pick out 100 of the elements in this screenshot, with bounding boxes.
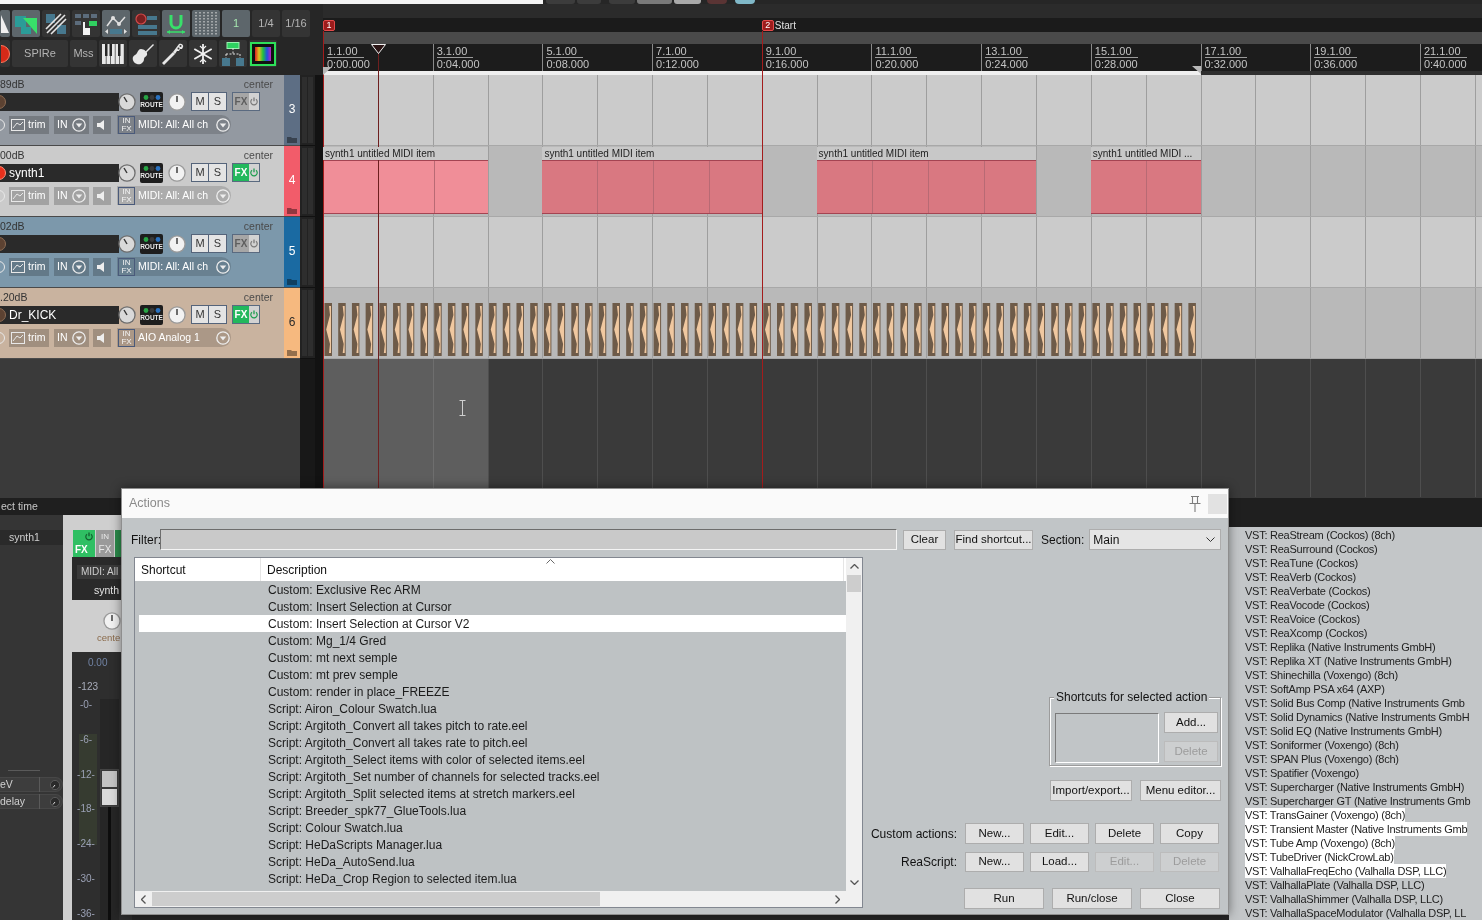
plugin-item[interactable]: VST: Transient Master (Native Instruments Gmb [1245, 822, 1468, 836]
audio-clip[interactable] [708, 303, 716, 356]
chevron-up-icon[interactable] [849, 564, 859, 569]
solo-button[interactable]: S [209, 92, 227, 111]
plugin-item[interactable]: VST: TransGainer (Voxengo) (8ch) [1245, 808, 1406, 822]
volume-knob[interactable] [118, 163, 136, 182]
action-row[interactable]: Script: HeDaScripts Manager.lua [139, 836, 846, 853]
audio-clip[interactable] [598, 303, 607, 356]
audio-clip[interactable] [516, 303, 524, 356]
action-row[interactable]: Custom: render in place_FREEZE [139, 683, 846, 700]
plugin-item[interactable]: VST: Tube Amp (Voxengo) (8ch) [1245, 836, 1395, 850]
toolbar-button[interactable] [0, 10, 10, 37]
action-row[interactable]: Custom: mt prev semple [139, 666, 846, 683]
audio-clip[interactable] [1037, 303, 1046, 356]
filter-input[interactable] [160, 529, 897, 550]
audio-clip[interactable] [379, 303, 387, 356]
mute-button[interactable]: M [191, 234, 209, 253]
pan-knob[interactable] [168, 163, 186, 182]
plugin-item[interactable]: VST: Spatifier (Voxengo) [1245, 766, 1359, 780]
plugin-item[interactable]: VST: TubeDriver (NickCrowLab) [1245, 850, 1394, 864]
audio-clip[interactable] [777, 303, 785, 356]
plugin-item[interactable]: VST: ValhallaShimmer (Valhalla DSP, LLC) [1245, 892, 1443, 906]
action-row[interactable]: Script: Argitoth_Set number of channels for selected tracks.eel [139, 768, 846, 785]
volume-knob[interactable] [118, 305, 136, 324]
track-name-field[interactable]: Dr_KICK [0, 305, 119, 324]
monitor-button[interactable] [93, 186, 111, 205]
pan-knob[interactable] [168, 234, 186, 253]
audio-clip[interactable] [763, 303, 771, 356]
toolbar-button[interactable] [42, 10, 70, 37]
audio-clip[interactable] [351, 303, 360, 356]
plugin-item[interactable]: VST: ReaSurround (Cockos) [1245, 542, 1378, 556]
volume-knob[interactable] [118, 92, 136, 111]
audio-clip[interactable] [1078, 303, 1087, 356]
audio-clip[interactable] [1023, 303, 1032, 356]
audio-clip[interactable] [653, 303, 662, 356]
toolbar-button[interactable]: SPIRe [12, 40, 68, 67]
marker-flag[interactable]: 1 [323, 20, 335, 31]
chevron-right-icon[interactable] [835, 894, 840, 904]
action-row[interactable]: Script: Argitoth_Convert all takes pitch to rate.eel [139, 717, 846, 734]
marker-flag[interactable]: 2 [761, 20, 774, 31]
action-row[interactable]: Script: HeDa_Crop Region to selected item.lua [139, 870, 846, 887]
toolbar-button[interactable] [129, 40, 157, 67]
solo-button[interactable]: S [209, 163, 227, 182]
plugin-item[interactable]: VST: ReaStream (Cockos) (8ch) [1245, 528, 1395, 542]
action-row[interactable]: Custom: Mg_1/4 Gred [139, 632, 846, 649]
plugin-item[interactable]: VST: Solid Dynamics (Native Instruments GmbH [1245, 710, 1470, 724]
audio-clip[interactable] [831, 303, 840, 356]
action-row[interactable]: Script: Airon_Colour Swatch.lua [139, 700, 846, 717]
audio-clip[interactable] [969, 303, 977, 356]
solo-button[interactable]: S [209, 305, 227, 324]
audio-clip[interactable] [324, 303, 332, 356]
horizontal-scrollbar[interactable] [135, 891, 846, 907]
midi-item[interactable]: synth1 untitled MIDI ... [1090, 147, 1201, 214]
audio-clip[interactable] [571, 303, 579, 356]
plugin-item[interactable]: VST: Shinechilla (Voxengo) (8ch) [1245, 668, 1398, 682]
audio-clip[interactable] [461, 303, 470, 356]
audio-clip[interactable] [639, 303, 648, 356]
audio-clip[interactable] [530, 303, 538, 356]
audio-clip[interactable] [1051, 303, 1059, 356]
pan-knob[interactable] [168, 305, 186, 324]
audio-clip[interactable] [1133, 303, 1142, 356]
track-name-field[interactable]: synth1 [0, 163, 119, 182]
plugin-item[interactable]: VST: ReaVerbate (Cockos) [1245, 584, 1371, 598]
dialog-button[interactable]: Delete [1095, 823, 1154, 844]
audio-clip[interactable] [502, 303, 511, 356]
audio-clip[interactable] [681, 303, 689, 356]
audio-clip[interactable] [804, 303, 812, 356]
column-header[interactable]: Shortcut [135, 558, 261, 581]
audio-clip[interactable] [735, 303, 744, 356]
audio-clip[interactable] [790, 303, 799, 356]
audio-clip[interactable] [447, 303, 456, 356]
plugin-item[interactable]: VST: SoftAmp PSA x64 (AXP) [1245, 682, 1385, 696]
dialog-button[interactable]: Copy [1160, 823, 1219, 844]
plugin-item[interactable]: VST: ValhallaSpaceModulator (Valhalla DSP, LL [1245, 906, 1467, 920]
toolbar-button[interactable]: Mss [70, 40, 97, 67]
input-selector[interactable]: MIDI: All [77, 565, 123, 579]
plugin-item[interactable]: VST: Replika (Native Instruments GmbH) [1245, 640, 1436, 654]
monitor-button[interactable] [93, 328, 111, 347]
volume-knob[interactable] [118, 234, 136, 253]
audio-clip[interactable] [475, 303, 483, 356]
audio-clip[interactable] [393, 303, 401, 356]
audio-clip[interactable] [585, 303, 593, 356]
audio-clip[interactable] [1092, 303, 1100, 356]
trim-button[interactable]: trim [9, 115, 49, 134]
pin-icon[interactable] [1189, 495, 1201, 512]
audio-clip[interactable] [927, 303, 936, 356]
fader-track[interactable] [100, 699, 119, 920]
audio-clip[interactable] [996, 303, 1004, 356]
plugin-item[interactable]: VST: ReaVerb (Cockos) [1245, 570, 1356, 584]
toolbar-button[interactable] [219, 40, 247, 67]
audio-clip[interactable] [489, 303, 497, 356]
section-select[interactable]: Main [1089, 529, 1222, 550]
fx-parameter-row[interactable]: eV [0, 777, 63, 792]
audio-clip[interactable] [612, 303, 620, 356]
plugin-item[interactable]: VST: Supercharger (Native Instruments GmbH) [1245, 780, 1465, 794]
mute-button[interactable]: M [191, 305, 209, 324]
input-fx-badge[interactable]: IN FX [118, 257, 135, 276]
audio-clip[interactable] [982, 303, 991, 356]
audio-clip[interactable] [1106, 303, 1114, 356]
plugin-item[interactable]: VST: ReaVocode (Cockos) [1245, 598, 1370, 612]
